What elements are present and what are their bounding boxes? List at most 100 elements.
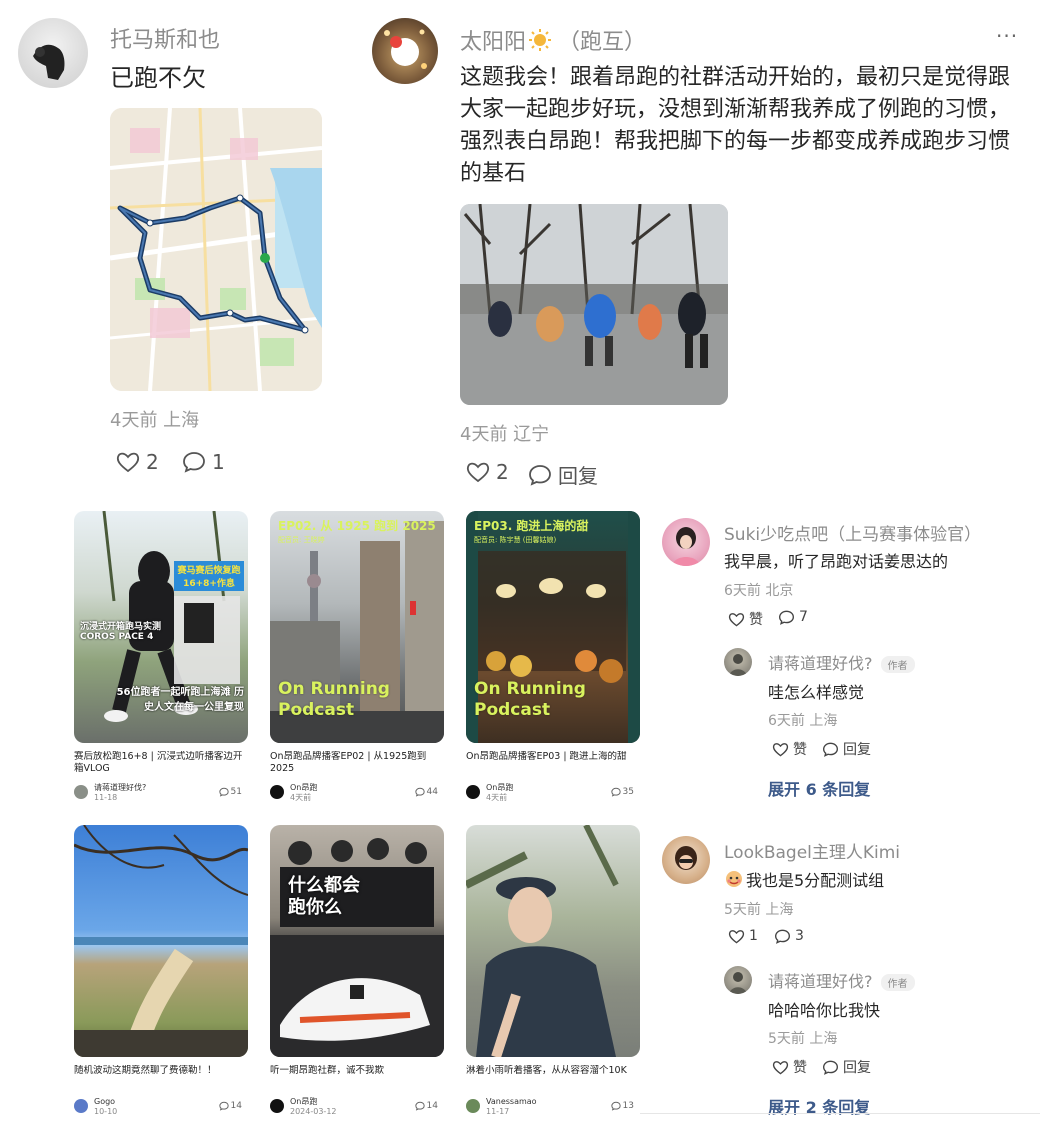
comment-count: 1 xyxy=(212,450,225,474)
comment-icon xyxy=(822,1060,839,1075)
card-thumbnail[interactable]: 赛马赛后恢复跑16+8+作息 沉浸式开箱跑马实测 COROS PACE 4 56… xyxy=(74,511,248,743)
post-username[interactable]: 太阳阳 （跑互） xyxy=(460,24,646,56)
comment-icon xyxy=(610,787,621,797)
card-thumbnail[interactable] xyxy=(74,825,248,1057)
like-button[interactable]: 2 xyxy=(466,460,509,484)
heart-icon xyxy=(728,612,745,626)
episode-subtitle: 配音员: 陈宇慧 (田馨姑娘) xyxy=(474,536,557,544)
card-comment-count: 14 xyxy=(218,1101,242,1111)
card-date: 4天前 xyxy=(486,793,508,802)
reply-meta: 6天前 上海 xyxy=(768,713,838,729)
episode-subtitle: 配音员: 王晓婷 xyxy=(278,536,325,544)
like-count: 2 xyxy=(146,450,159,474)
card-author[interactable]: On昂跑 xyxy=(290,1097,337,1107)
like-button[interactable]: 1 xyxy=(728,928,758,944)
more-options-button[interactable]: ··· xyxy=(996,24,1018,48)
comment-icon xyxy=(218,1101,229,1111)
card-title[interactable]: On昂跑品牌播客EP03 | 跑进上海的甜 xyxy=(466,751,640,777)
episode-title: EP03. 跑进上海的甜 xyxy=(474,519,589,533)
card-author-avatar xyxy=(466,1099,480,1113)
post-username[interactable]: 托马斯和也 xyxy=(110,22,220,54)
card-author-avatar xyxy=(270,1099,284,1113)
avatar[interactable] xyxy=(662,836,710,884)
comment-button[interactable]: 7 xyxy=(778,609,808,625)
card-author[interactable]: Gogo xyxy=(94,1097,117,1107)
comment-icon xyxy=(822,742,839,757)
card-date: 11-18 xyxy=(94,793,118,802)
card-comment-count: 51 xyxy=(218,787,242,797)
card-author[interactable]: On昂跑 xyxy=(486,783,513,793)
card-thumbnail[interactable]: EP02. 从 1925 跑到 2025 配音员: 王晓婷 On Running… xyxy=(270,511,444,743)
card-author-avatar xyxy=(270,785,284,799)
card-comment-count: 35 xyxy=(610,787,634,797)
card-date: 11-17 xyxy=(486,1107,510,1116)
card-author-avatar xyxy=(74,1099,88,1113)
avatar[interactable] xyxy=(18,18,88,88)
card-title[interactable]: On昂跑品牌播客EP02 | 从1925跑到2025 xyxy=(270,751,444,777)
like-button[interactable]: 赞 xyxy=(772,739,807,759)
reply-button[interactable]: 回复 xyxy=(822,1057,871,1077)
group-stretch-photo[interactable] xyxy=(460,204,728,405)
card-thumbnail[interactable]: EP03. 跑进上海的甜 配音员: 陈宇慧 (田馨姑娘) On Running … xyxy=(466,511,640,743)
thumbnail-overlay-text: 什么都会 跑你么 xyxy=(288,875,360,918)
avatar[interactable] xyxy=(724,648,752,676)
expand-replies-button[interactable]: 展开 6 条回复 xyxy=(768,776,870,800)
note-card[interactable]: EP03. 跑进上海的甜 配音员: 陈宇慧 (田馨姑娘) On Running … xyxy=(466,511,640,807)
episode-title: EP02. 从 1925 跑到 2025 xyxy=(278,519,436,533)
comment-username[interactable]: LookBagel主理人Kimi xyxy=(724,838,900,863)
comment-meta: 6天前 北京 xyxy=(724,583,794,599)
card-comment-count: 14 xyxy=(414,1101,438,1111)
comment-meta: 5天前 上海 xyxy=(724,902,794,918)
comment-text: 我也是5分配测试组 xyxy=(724,867,884,891)
comment-text: 我早晨，听了昂跑对话姜思达的 xyxy=(724,552,949,571)
reply-label: 回复 xyxy=(558,464,598,488)
podcast-brand: On Running Podcast xyxy=(474,679,586,720)
card-title[interactable]: 淋着小雨听着播客，从从容容溜个10K xyxy=(466,1065,640,1091)
heart-icon xyxy=(116,452,140,473)
like-count: 2 xyxy=(496,460,509,484)
reply-text: 哇怎么样感觉 xyxy=(768,683,865,702)
card-date: 2024-03-12 xyxy=(290,1107,337,1116)
heart-icon xyxy=(466,462,490,483)
comment-username[interactable]: Suki少吃点吧（上马赛事体验官） xyxy=(724,520,981,545)
expand-replies-button[interactable]: 展开 2 条回复 xyxy=(768,1094,870,1118)
avatar[interactable] xyxy=(372,18,438,84)
like-button[interactable]: 2 xyxy=(116,450,159,474)
comment-button[interactable]: 3 xyxy=(774,928,804,944)
reply-button[interactable]: 回复 xyxy=(528,460,598,489)
note-card[interactable]: 什么都会 跑你么 听一期昂跑社群，诚不我欺 On昂跑 2024-03-12 14 xyxy=(270,825,444,1121)
card-date: 4天前 xyxy=(290,793,312,802)
comment-icon xyxy=(778,610,795,625)
note-card[interactable]: 淋着小雨听着播客，从从容容溜个10K Vanessamao 11-17 13 xyxy=(466,825,640,1121)
comment-button[interactable]: 1 xyxy=(182,450,225,474)
avatar[interactable] xyxy=(662,518,710,566)
route-map-image[interactable] xyxy=(110,108,322,391)
card-comment-count: 13 xyxy=(610,1101,634,1111)
card-date: 10-10 xyxy=(94,1107,118,1116)
comment-icon xyxy=(529,464,551,486)
card-title[interactable]: 听一期昂跑社群，诚不我欺 xyxy=(270,1065,444,1091)
reply-text: 哈哈哈你比我快 xyxy=(768,1001,881,1020)
card-author[interactable]: Vanessamao xyxy=(486,1097,537,1107)
like-button[interactable]: 赞 xyxy=(772,1057,807,1077)
card-thumbnail[interactable] xyxy=(466,825,640,1057)
card-title[interactable]: 赛后放松跑16+8 | 沉浸式边听播客边开箱VLOG xyxy=(74,751,248,777)
reply-username[interactable]: 请蒋道理好伐? 作者 xyxy=(768,650,915,674)
card-author[interactable]: On昂跑 xyxy=(290,783,317,793)
note-card[interactable]: 赛马赛后恢复跑16+8+作息 沉浸式开箱跑马实测 COROS PACE 4 56… xyxy=(74,511,248,807)
user-badge: （跑互） xyxy=(558,30,647,55)
reply-button[interactable]: 回复 xyxy=(822,739,871,759)
thumbnail-overlay-text: 沉浸式开箱跑马实测 COROS PACE 4 xyxy=(80,622,162,642)
card-thumbnail[interactable]: 什么都会 跑你么 xyxy=(270,825,444,1057)
like-button[interactable]: 赞 xyxy=(728,609,763,629)
heart-icon xyxy=(728,929,745,943)
reply-username[interactable]: 请蒋道理好伐? 作者 xyxy=(768,968,915,992)
card-title[interactable]: 随机波动这期竟然聊了费德勒！！ xyxy=(74,1065,248,1091)
avatar[interactable] xyxy=(724,966,752,994)
note-card[interactable]: 随机波动这期竟然聊了费德勒！！ Gogo 10-10 14 xyxy=(74,825,248,1121)
reply-meta: 5天前 上海 xyxy=(768,1031,838,1047)
heart-icon xyxy=(772,1060,789,1074)
note-card[interactable]: EP02. 从 1925 跑到 2025 配音员: 王晓婷 On Running… xyxy=(270,511,444,807)
thumbnail-overlay-text: 赛马赛后恢复跑16+8+作息 xyxy=(174,561,244,591)
card-author[interactable]: 请蒋道理好伐? xyxy=(94,783,146,793)
